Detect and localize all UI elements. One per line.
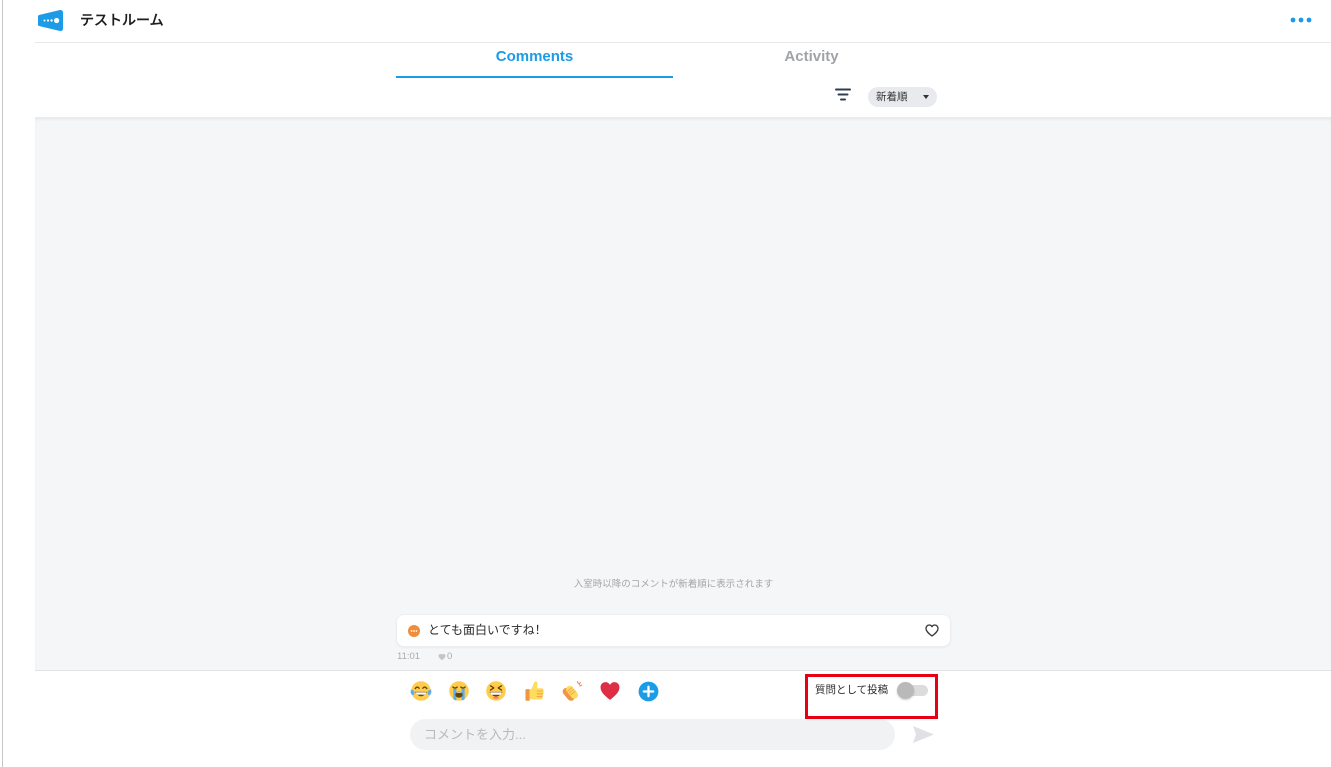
reaction-button-cry[interactable] [448, 680, 470, 702]
window-border [2, 0, 3, 767]
reaction-button-clap[interactable] [561, 680, 583, 702]
face-with-tears-of-joy-icon [410, 681, 432, 701]
more-horizontal-icon [1290, 17, 1312, 23]
filter-button[interactable] [835, 88, 851, 101]
post-as-question-label: 質問として投稿 [815, 684, 889, 696]
comment-card: とても面白いですね！ [396, 614, 951, 647]
heart-outline-icon [925, 624, 939, 637]
loudly-crying-face-icon [449, 681, 469, 701]
question-toggle[interactable] [897, 682, 928, 699]
caret-down-icon [923, 95, 929, 99]
more-menu-button[interactable] [1287, 14, 1315, 26]
thumbs-up-icon [525, 681, 544, 701]
tab-bar: Comments Activity [396, 43, 950, 78]
comment-text: とても面白いですね！ [428, 623, 547, 637]
reaction-button-thumbs-up[interactable] [523, 680, 545, 702]
like-button[interactable] [925, 624, 939, 637]
tab-comments[interactable]: Comments [396, 43, 673, 78]
comment-timestamp: 11:01 [397, 651, 421, 662]
send-icon [913, 725, 934, 744]
send-button[interactable] [912, 725, 935, 744]
reaction-button-grin[interactable] [485, 680, 507, 702]
tab-label: Comments [495, 48, 574, 65]
reaction-button-heart[interactable] [599, 680, 621, 702]
filter-icon [835, 88, 851, 101]
feed-notice: 入室時以降のコメントが新着順に表示されます [573, 579, 774, 590]
toggle-knob [897, 682, 914, 699]
sort-order-value: 新着順 [876, 91, 908, 103]
red-heart-icon [600, 682, 620, 700]
add-reaction-button[interactable] [638, 681, 659, 702]
reaction-button-laugh[interactable] [410, 680, 432, 702]
tab-activity[interactable]: Activity [673, 43, 950, 78]
like-count: 0 [447, 651, 453, 662]
clapping-hands-icon [562, 681, 583, 701]
speech-bubble-icon [408, 625, 420, 637]
heart-icon [438, 653, 446, 661]
sort-order-select[interactable]: 新着順 [868, 87, 937, 107]
composer-divider [35, 670, 1331, 671]
megaphone-logo-icon [38, 9, 64, 32]
tab-label: Activity [784, 48, 839, 65]
room-title: テストルーム [80, 12, 164, 28]
comment-input[interactable] [410, 719, 895, 750]
grinning-squinting-face-icon [486, 681, 506, 701]
add-reaction-icon [638, 681, 659, 702]
